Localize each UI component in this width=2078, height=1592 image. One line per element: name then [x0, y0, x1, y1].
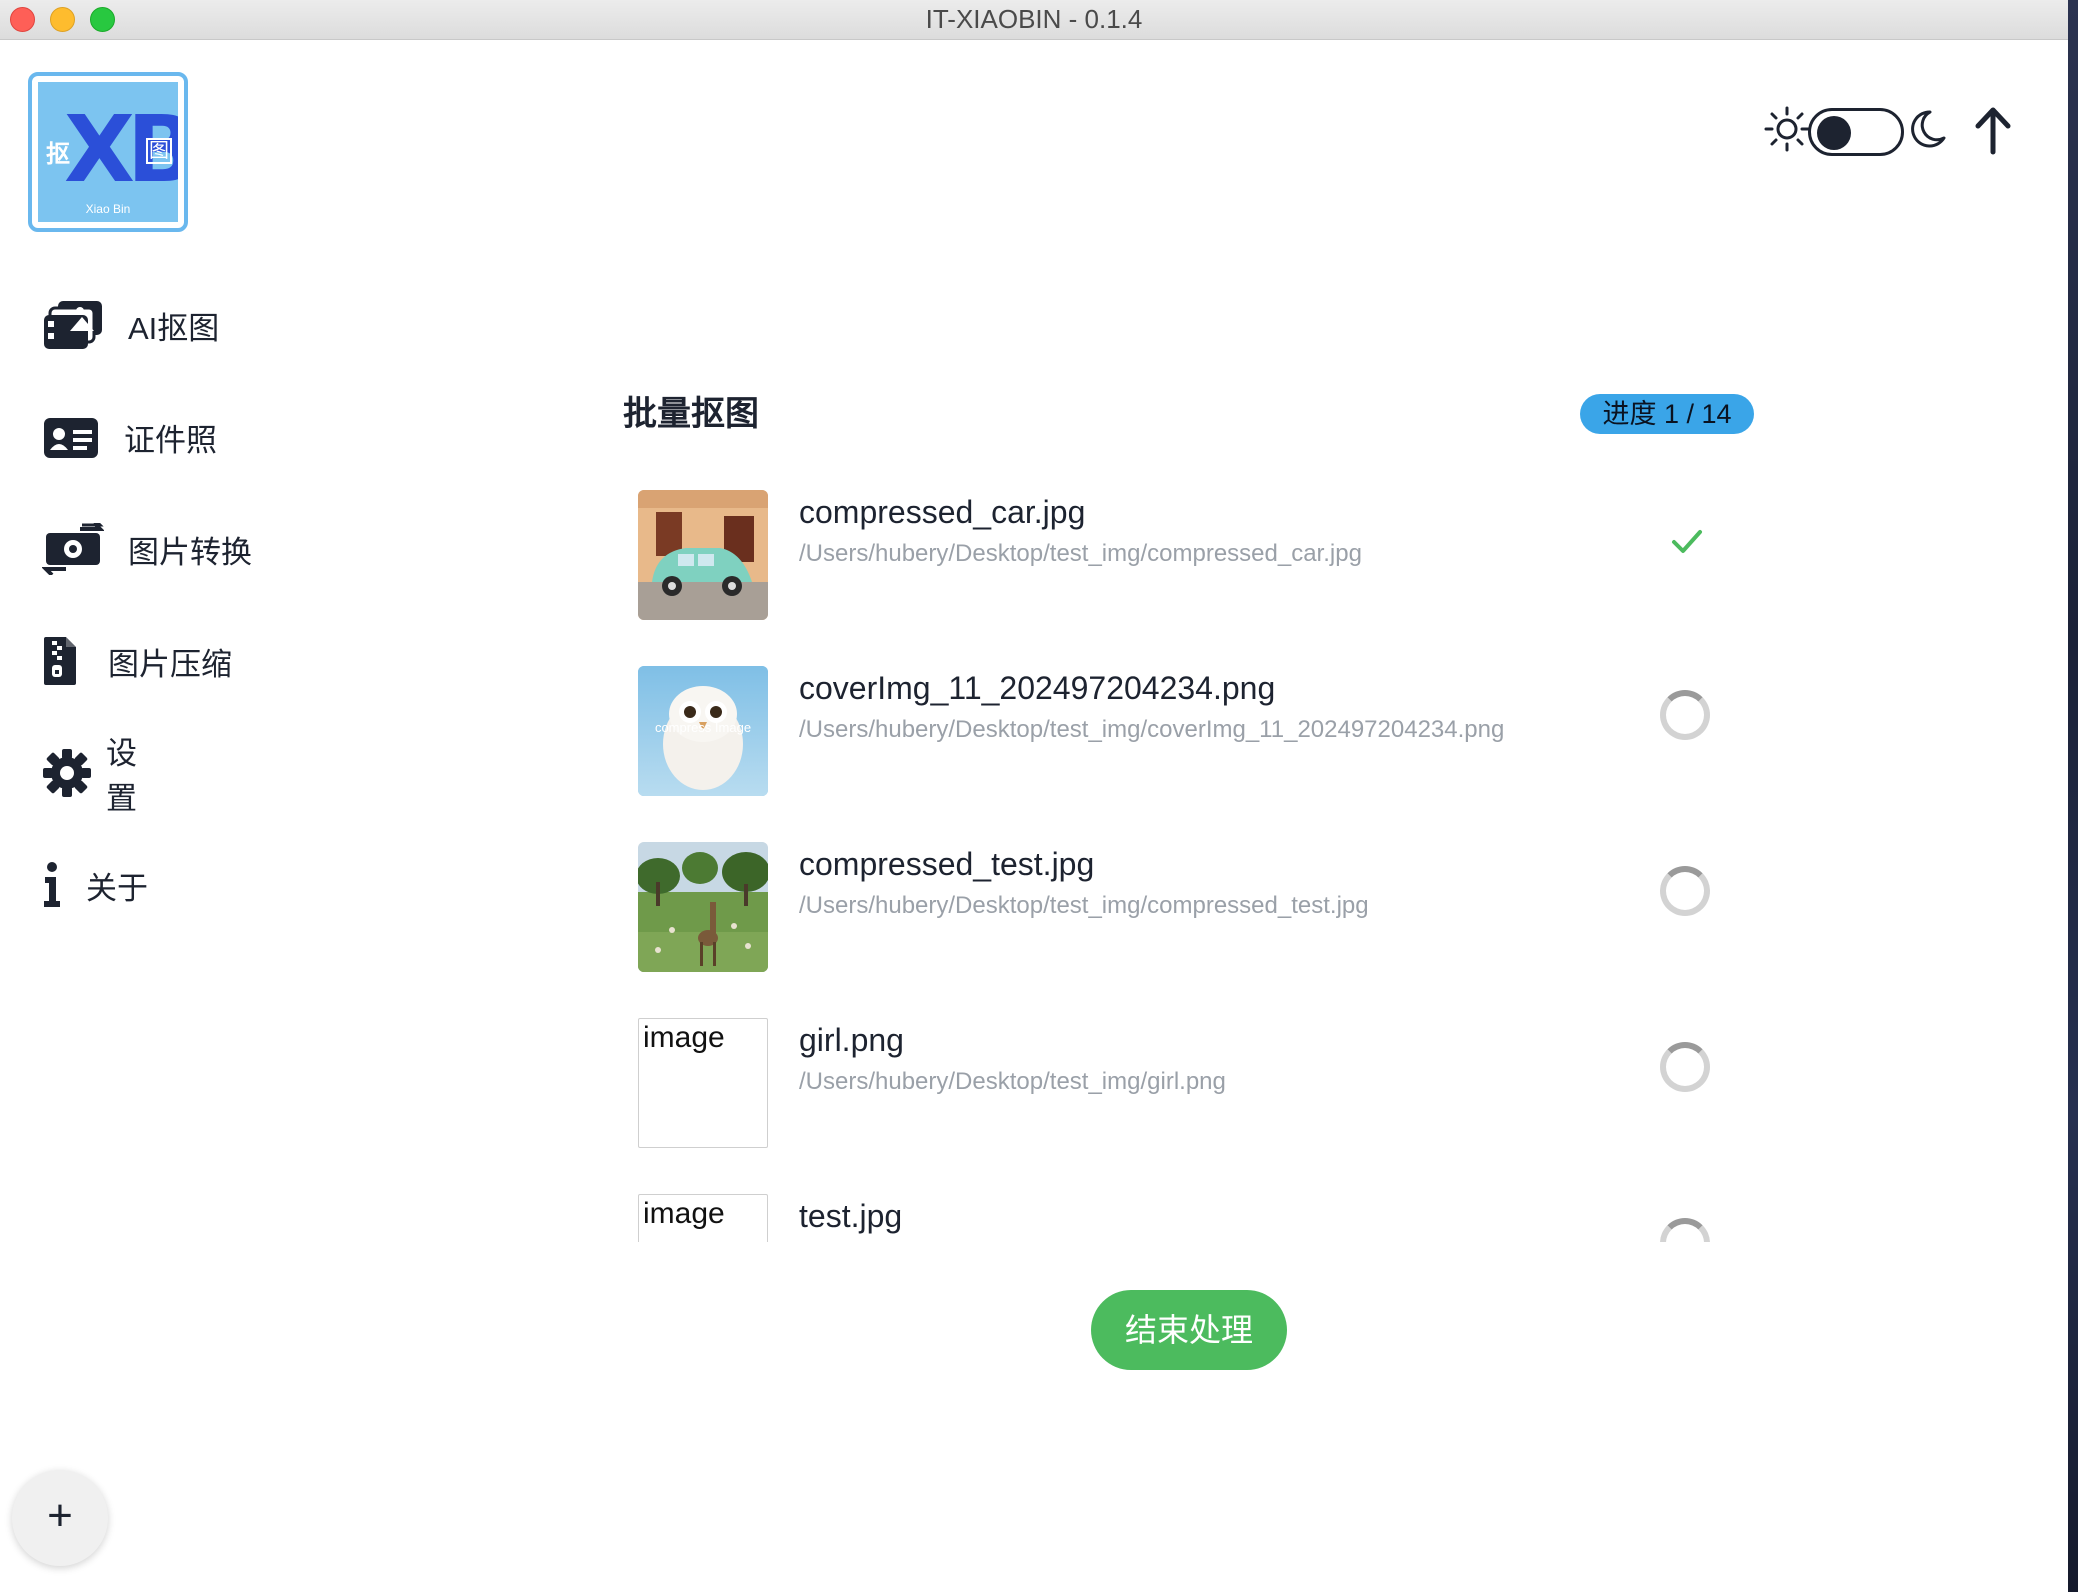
thumbnail-owl-photo: compress Image	[638, 666, 768, 796]
zip-file-icon	[42, 633, 80, 689]
thumbnail-broken-image: image	[638, 1194, 768, 1242]
thumbnail-alt-text: image	[643, 1021, 725, 1054]
moon-icon	[1904, 106, 1950, 152]
file-path: /Users/hubery/Desktop/test_img/coverImg_…	[799, 716, 1505, 743]
page-title: 批量抠图	[623, 395, 759, 433]
title-bar: IT-XIAOBIN - 0.1.4	[0, 0, 2068, 40]
list-item: image test.jpg	[620, 1174, 1760, 1242]
images-icon	[42, 297, 104, 353]
add-button[interactable]: +	[12, 1470, 108, 1566]
list-item: compressed_test.jpg /Users/hubery/Deskto…	[620, 822, 1760, 998]
sidebar-item-settings[interactable]: 设置	[42, 736, 137, 816]
money-convert-icon	[42, 521, 104, 577]
sidebar-item-ai-matting[interactable]: AI抠图	[42, 290, 219, 360]
sidebar-item-image-convert[interactable]: 图片转换	[42, 514, 252, 584]
file-path: /Users/hubery/Desktop/test_img/compresse…	[799, 892, 1369, 919]
loading-spinner-icon	[1660, 1042, 1714, 1096]
sidebar-item-id-photo[interactable]: 证件照	[42, 402, 217, 472]
logo-right-char: 图	[146, 138, 172, 164]
sidebar-item-image-compress[interactable]: 图片压缩	[42, 626, 232, 696]
file-name: compressed_car.jpg	[799, 494, 1086, 530]
arrow-up-icon[interactable]	[1968, 104, 2018, 160]
sidebar-item-label: 设置	[106, 736, 137, 816]
sidebar-item-label: 图片压缩	[108, 646, 232, 682]
file-list[interactable]: compressed_car.jpg /Users/hubery/Desktop…	[620, 470, 1760, 1242]
app-logo: XB 抠 图 Xiao Bin	[28, 72, 188, 232]
file-name: test.jpg	[799, 1198, 903, 1234]
toggle-knob	[1817, 116, 1851, 150]
file-name: girl.png	[799, 1022, 904, 1058]
id-card-icon	[42, 409, 104, 465]
file-path: /Users/hubery/Desktop/test_img/girl.png	[799, 1068, 1226, 1095]
progress-badge: 进度 1 / 14	[1580, 394, 1754, 434]
window-title: IT-XIAOBIN - 0.1.4	[925, 4, 1143, 34]
logo-subtitle: Xiao Bin	[85, 202, 131, 216]
list-item: compress Image coverImg_11_202497204234.…	[620, 646, 1760, 822]
thumbnail-giraffe-photo	[638, 842, 768, 972]
loading-spinner-icon	[1660, 866, 1714, 920]
finish-processing-button[interactable]: 结束处理	[1091, 1290, 1287, 1370]
file-name: coverImg_11_202497204234.png	[799, 670, 1276, 706]
logo-left-char: 抠	[46, 141, 70, 168]
thumbnail-broken-image: image	[638, 1018, 768, 1148]
app-window: IT-XIAOBIN - 0.1.4 XB 抠 图 Xiao Bin AI抠图	[0, 0, 2068, 1592]
check-icon	[1660, 514, 1714, 568]
list-item: image girl.png /Users/hubery/Desktop/tes…	[620, 998, 1760, 1174]
loading-spinner-icon	[1660, 1218, 1714, 1242]
list-item: compressed_car.jpg /Users/hubery/Desktop…	[620, 470, 1760, 646]
thumbnail-alt-text: image	[643, 1197, 725, 1230]
file-path: /Users/hubery/Desktop/test_img/compresse…	[799, 540, 1362, 567]
theme-toggle[interactable]	[1808, 108, 1904, 156]
info-icon	[42, 857, 64, 913]
sidebar-item-label: 证件照	[124, 422, 217, 458]
sidebar-item-label: 关于	[86, 870, 148, 906]
gear-icon	[42, 745, 94, 801]
thumbnail-car-photo	[638, 490, 768, 620]
sidebar-item-about[interactable]: 关于	[42, 850, 148, 920]
file-name: compressed_test.jpg	[799, 846, 1095, 882]
sun-icon	[1764, 106, 1810, 152]
thumbnail-watermark: compress Image	[654, 720, 752, 735]
loading-spinner-icon	[1660, 690, 1714, 744]
sidebar-item-label: AI抠图	[128, 310, 220, 346]
desktop-background	[2068, 0, 2078, 1592]
sidebar-item-label: 图片转换	[128, 534, 252, 570]
